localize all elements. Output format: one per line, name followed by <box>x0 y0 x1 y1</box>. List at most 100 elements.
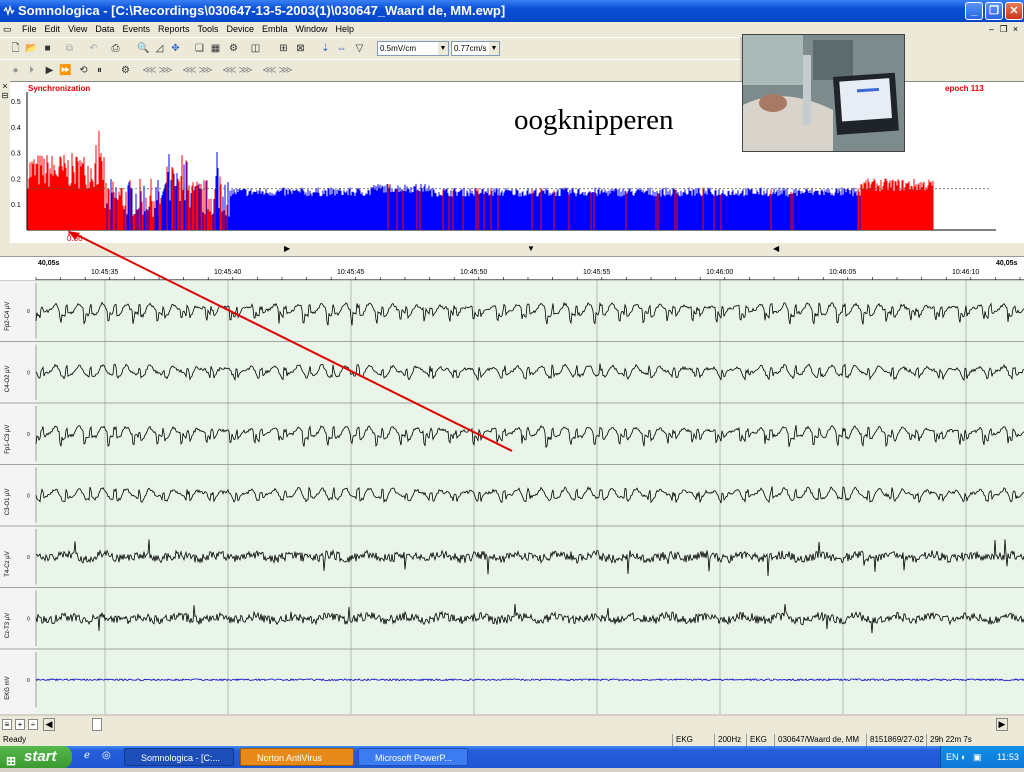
new-icon[interactable]: 🗋 <box>8 41 23 56</box>
step-icon[interactable]: ⏵ <box>24 63 39 78</box>
print-icon[interactable]: ⎙ <box>108 41 123 56</box>
scroll-left-icon[interactable]: ◀ <box>43 718 55 731</box>
chevron-down-icon: ▼ <box>489 42 499 55</box>
zero-label: 0 <box>27 678 30 684</box>
undo-icon[interactable]: ↶ <box>86 41 101 56</box>
panel-close-icon[interactable]: × <box>0 81 10 91</box>
scroll-thumb[interactable] <box>92 718 102 731</box>
channel-label: C4-O2 µV <box>5 365 11 392</box>
trace-0 <box>35 301 1024 326</box>
sensitivity-value: 0.5mV/cm <box>380 44 417 53</box>
trace-3 <box>35 486 1024 504</box>
menu-window[interactable]: Window <box>292 22 332 37</box>
quicklaunch-ie-icon[interactable]: ℯ <box>84 750 90 761</box>
menu-help[interactable]: Help <box>332 22 359 37</box>
add-icon[interactable]: + <box>15 719 25 730</box>
windows-logo-icon: ⊞ <box>6 754 17 768</box>
trace-4 <box>35 539 1024 577</box>
cursor-icon[interactable]: ✥ <box>168 41 183 56</box>
open-icon[interactable]: 📂 <box>24 41 39 56</box>
maximize-button[interactable]: ❐ <box>985 2 1003 20</box>
mdi-restore-button[interactable]: ❐ <box>998 22 1009 37</box>
menu-edit[interactable]: Edit <box>41 22 65 37</box>
task-powerpoint[interactable]: Microsoft PowerP... <box>358 748 468 766</box>
horizontal-scrollbar[interactable]: ≡ + ÷ ◀ ▶ <box>0 716 1024 734</box>
window-icon[interactable]: ❏ <box>192 41 207 56</box>
close-button[interactable]: ✕ <box>1005 2 1023 20</box>
network-icon[interactable]: ▣ <box>973 746 982 768</box>
event-c-icon[interactable]: ⋘ <box>222 63 237 78</box>
event-next-icon[interactable]: ⋙ <box>158 63 173 78</box>
task-label: Norton AntiVirus <box>257 753 322 763</box>
scale-down-icon[interactable]: ⇣ <box>318 41 333 56</box>
event-d-icon[interactable]: ⋙ <box>238 63 253 78</box>
play-icon[interactable]: ▶ <box>42 63 57 78</box>
event-b-icon[interactable]: ⋙ <box>198 63 213 78</box>
layout-icon[interactable]: ▦ <box>208 41 223 56</box>
sync-title: Synchronization <box>28 84 90 93</box>
menu-device[interactable]: Device <box>222 22 258 37</box>
axis-left-label: 40,05s <box>38 260 60 267</box>
system-tray: EN ◐ ▣ 11:53 <box>940 746 1024 768</box>
tray-icon[interactable]: ◐ <box>961 746 966 768</box>
tools-icon[interactable]: ⚙ <box>226 41 241 56</box>
menu-embla[interactable]: Embla <box>258 22 292 37</box>
montage-icon[interactable]: ⊞ <box>276 41 291 56</box>
scale-up-icon[interactable]: ⇔ <box>334 41 349 56</box>
panel-icon[interactable]: ◫ <box>248 41 263 56</box>
task-somnologica[interactable]: Somnologica - [C:... <box>124 748 234 766</box>
status-patient: 030647/Waard de, MM <box>774 734 859 746</box>
event-e-icon[interactable]: ⋘ <box>262 63 277 78</box>
event-f-icon[interactable]: ⋙ <box>278 63 293 78</box>
time-tick-label: 10:45:35 <box>91 269 118 276</box>
chevron-down-icon[interactable]: ▼ <box>527 244 535 253</box>
quicklaunch-browser-icon[interactable]: ◎ <box>102 750 111 761</box>
save-icon[interactable]: ■ <box>40 41 55 56</box>
zero-label: 0 <box>27 555 30 561</box>
clock: 11:53 <box>997 752 1019 762</box>
scroll-right-icon[interactable]: ▶ <box>996 718 1008 731</box>
menu-view[interactable]: View <box>64 22 91 37</box>
mdi-close-button[interactable]: × <box>1010 22 1021 37</box>
panel-options-icon[interactable]: ⊟ <box>0 91 10 100</box>
axis-right-label: 40,05s <box>996 260 1018 267</box>
copy-icon[interactable]: ⧉ <box>62 41 77 56</box>
measure-icon[interactable]: ◿ <box>152 41 167 56</box>
pause-icon[interactable]: ⏸ <box>92 63 107 78</box>
filter-icon[interactable]: ▽ <box>352 41 367 56</box>
chevron-left-icon[interactable]: ◀ <box>773 244 779 253</box>
speed-value: 0.77cm/s <box>454 44 487 53</box>
expand-icon[interactable]: ÷ <box>28 719 38 730</box>
menu-file[interactable]: File <box>18 22 41 37</box>
minimize-button[interactable]: _ <box>965 2 983 20</box>
y-tick-label: 0.3 <box>11 151 21 158</box>
event-prev-icon[interactable]: ⋘ <box>142 63 157 78</box>
y-tick-label: 0.4 <box>11 125 21 132</box>
fast-forward-icon[interactable]: ⏩ <box>58 63 73 78</box>
loop-icon[interactable]: ⟲ <box>76 63 91 78</box>
bedside-photo <box>742 34 905 152</box>
menu-events[interactable]: Events <box>118 22 154 37</box>
task-norton[interactable]: Norton AntiVirus <box>240 748 354 766</box>
speed-select[interactable]: 0.77cm/s ▼ <box>451 41 500 56</box>
sensitivity-select[interactable]: 0.5mV/cm ▼ <box>377 41 449 56</box>
zoom-icon[interactable]: 🔍 <box>136 41 151 56</box>
start-button[interactable]: ⊞ start <box>0 746 72 768</box>
mdi-minimize-button[interactable]: – <box>986 22 997 37</box>
event-a-icon[interactable]: ⋘ <box>182 63 197 78</box>
zoom-out-icon[interactable]: ≡ <box>2 719 12 730</box>
time-tick-label: 10:46:05 <box>829 269 856 276</box>
menu-tools[interactable]: Tools <box>193 22 222 37</box>
overview-navigator[interactable]: ▶ ▼ ◀ <box>0 243 1024 256</box>
toolbar-background <box>905 37 1024 81</box>
menu-data[interactable]: Data <box>91 22 118 37</box>
language-indicator[interactable]: EN <box>946 746 959 768</box>
time-tick-label: 10:46:10 <box>952 269 979 276</box>
eeg-traces: Fp2-C4 µV 0 C4-O2 µV 0 Fp1-C3 µV 0 C3-O1 µV 0 T4… <box>0 279 1024 714</box>
channel-label: C3-O1 µV <box>5 488 11 515</box>
chevron-right-icon[interactable]: ▶ <box>284 244 290 253</box>
remove-montage-icon[interactable]: ⊠ <box>293 41 308 56</box>
menu-reports[interactable]: Reports <box>154 22 194 37</box>
settings-icon[interactable]: ⚙ <box>118 63 133 78</box>
record-icon[interactable]: ● <box>8 63 23 78</box>
